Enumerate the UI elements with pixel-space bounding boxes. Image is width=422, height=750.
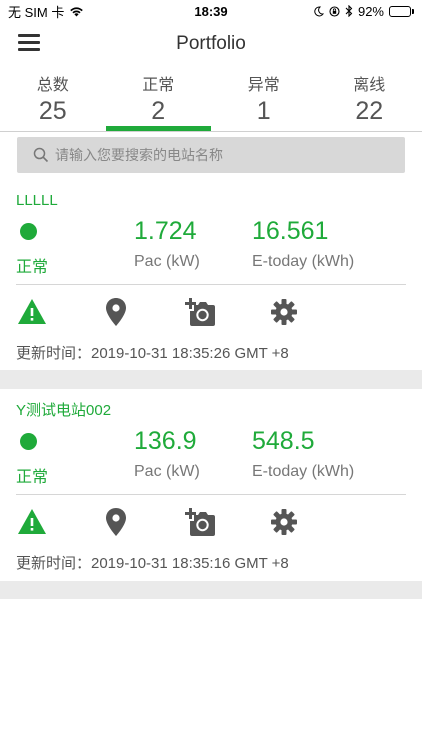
etoday-value: 548.5 [252, 427, 315, 455]
tab-label: 总数 [36, 77, 69, 94]
search-icon [33, 147, 49, 163]
location-icon[interactable] [100, 506, 132, 538]
tab-offline[interactable]: 离线 22 [317, 66, 422, 131]
card-separator [0, 370, 422, 389]
status-right: 92% [313, 4, 414, 19]
tab-count: 1 [256, 97, 271, 125]
orientation-lock-icon [329, 5, 340, 17]
warning-icon[interactable] [16, 296, 48, 328]
etoday-unit: E-today (kWh) [252, 253, 355, 270]
active-tab-indicator [105, 126, 211, 131]
warning-icon[interactable] [16, 506, 48, 538]
status-text: 正常 [16, 259, 49, 276]
tab-abnormal[interactable]: 异常 1 [211, 66, 317, 131]
status-bar: 无 SIM 卡 18:39 92% [0, 0, 422, 22]
pac-value: 136.9 [134, 427, 197, 455]
status-tabs: 总数 25 正常 2 异常 1 离线 22 [0, 66, 422, 132]
tab-count: 22 [355, 97, 384, 125]
pac-value: 1.724 [134, 217, 197, 245]
add-photo-icon[interactable] [184, 506, 216, 538]
divider [16, 284, 406, 285]
tab-total[interactable]: 总数 25 [0, 66, 106, 131]
list-end-separator [0, 581, 422, 599]
tab-label: 离线 [353, 77, 386, 94]
wifi-icon [70, 6, 84, 16]
add-photo-icon[interactable] [184, 296, 216, 328]
status-dot [20, 433, 37, 450]
tab-label: 异常 [247, 77, 280, 94]
page-title: Portfolio [176, 33, 246, 54]
status-left: 无 SIM 卡 [8, 2, 84, 21]
update-time: 更新时间：2019-10-31 18:35:16 GMT +8 [16, 555, 289, 572]
station-card[interactable]: LLLLL 正常 1.724 Pac (kW) 16.561 E-today (… [0, 182, 422, 370]
gear-icon[interactable] [268, 296, 300, 328]
nav-bar: Portfolio [0, 22, 422, 66]
pac-unit: Pac (kW) [134, 253, 200, 270]
search-bar [17, 137, 405, 173]
carrier-label: 无 SIM 卡 [8, 4, 65, 20]
tab-normal[interactable]: 正常 2 [105, 66, 211, 131]
battery-percent: 92% [357, 3, 384, 19]
station-name[interactable]: Y测试电站002 [16, 399, 111, 420]
update-time: 更新时间：2019-10-31 18:35:26 GMT +8 [16, 345, 289, 362]
moon-icon [314, 5, 324, 16]
status-dot [20, 223, 37, 240]
tab-count: 25 [38, 97, 67, 125]
search-input[interactable] [55, 147, 395, 163]
station-name[interactable]: LLLLL [16, 192, 58, 209]
bluetooth-icon [345, 5, 353, 17]
tab-label: 正常 [142, 77, 175, 94]
location-icon[interactable] [100, 296, 132, 328]
station-card[interactable]: Y测试电站002 正常 136.9 Pac (kW) 548.5 E-today… [0, 389, 422, 581]
divider [16, 494, 406, 495]
etoday-value: 16.561 [252, 217, 329, 245]
status-text: 正常 [16, 469, 49, 486]
tab-count: 2 [151, 97, 166, 125]
pac-unit: Pac (kW) [134, 463, 200, 480]
gear-icon[interactable] [268, 506, 300, 538]
etoday-unit: E-today (kWh) [252, 463, 355, 480]
menu-icon[interactable] [18, 34, 40, 54]
battery-icon [389, 5, 414, 17]
